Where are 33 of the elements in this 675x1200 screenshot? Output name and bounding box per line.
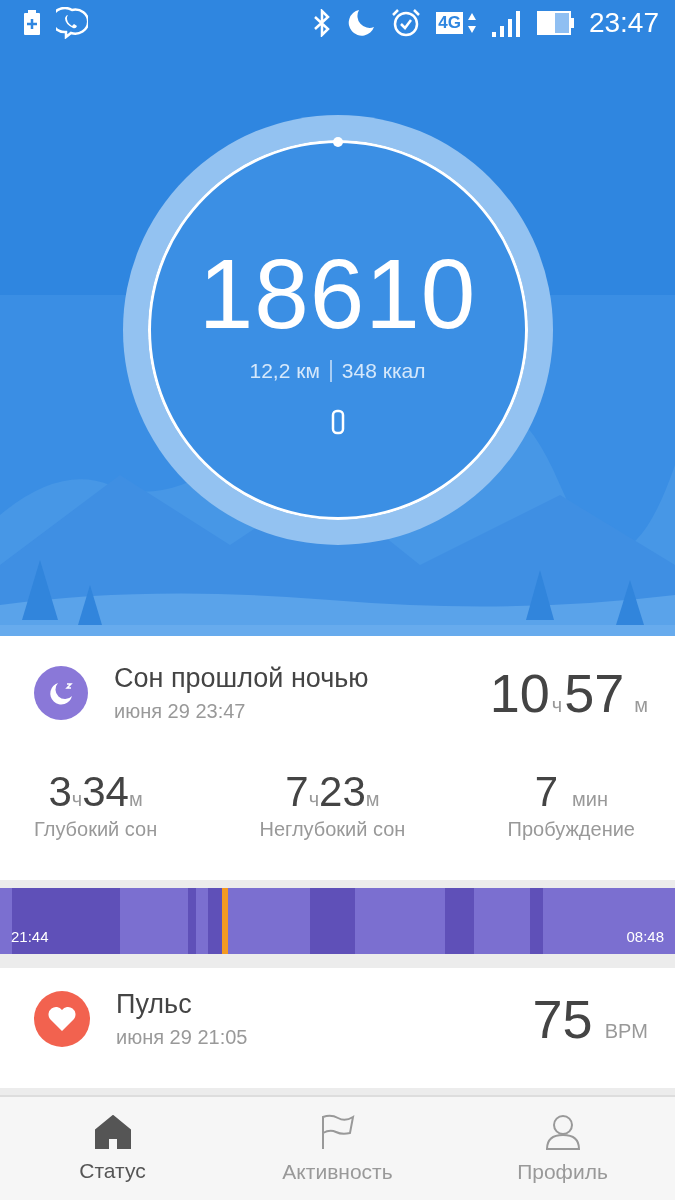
band-icon [330,409,345,435]
nav-tab[interactable]: Статус [27,1114,198,1183]
stat-label: Пробуждение [507,818,635,841]
battery-icon [536,10,575,35]
stat-value: 7ч23м [285,768,380,816]
stat-label: Глубокий сон [34,818,158,841]
stat-value: 3ч34м [48,768,143,816]
step-count: 18610 [198,245,477,343]
sleep-title: Сон прошлой ночью [114,663,370,694]
network-type-label: 4G [436,11,463,34]
clock: 23:47 [588,6,659,39]
battery-charging-icon [22,9,42,36]
stat-label: Неглубокий сон [259,818,406,841]
ring-dot [331,136,344,148]
start-time: 21:44 [11,928,49,945]
pulse-value: 75 BPM [532,988,649,1050]
home-icon [94,1114,131,1149]
sleep-duration: 10 ч 57 м [489,662,649,724]
signal-icon [490,8,523,37]
calories: 348 ккал [341,359,426,383]
stat-value: 7 мин [534,768,608,816]
nav-tab[interactable]: Профиль [477,1113,648,1184]
end-time: 08:48 [626,928,664,945]
person-icon [544,1113,581,1150]
sleep-moon-icon [34,666,88,720]
sleep-date: июня 29 23:47 [114,700,247,723]
flag-icon [319,1113,356,1150]
pulse-title: Пульс [116,989,193,1020]
moon-icon [346,7,377,38]
distance: 12,2 км [249,359,320,383]
phone-chat-icon [56,6,88,39]
nav-tab[interactable]: Активность [252,1113,423,1184]
pulse-date: июня 29 21:05 [116,1026,249,1049]
